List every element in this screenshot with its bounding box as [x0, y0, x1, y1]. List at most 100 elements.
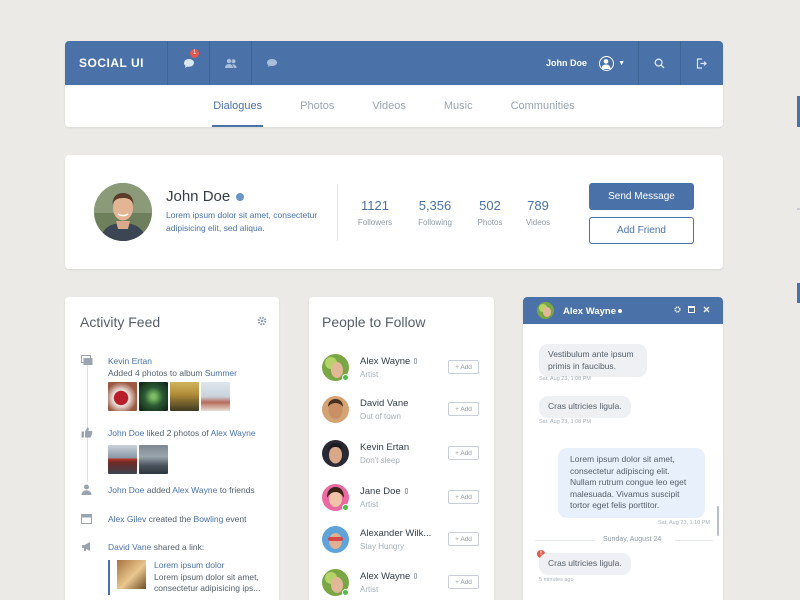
chat-contact-name: Alex Wayne — [563, 306, 616, 317]
add-button[interactable]: + Add — [448, 490, 479, 504]
gear-icon[interactable] — [257, 316, 267, 326]
top-navigation: SOCIAL UI 1 John Doe ▼ Dialogues Photos … — [65, 41, 723, 127]
add-button[interactable]: + Add — [448, 446, 479, 460]
add-button[interactable]: + Add — [448, 360, 479, 374]
logout-icon — [696, 57, 707, 69]
gear-icon[interactable] — [674, 306, 681, 313]
scrollbar[interactable] — [717, 506, 719, 536]
stat-following[interactable]: 5,356 Following — [411, 198, 459, 227]
nav-chats-button[interactable] — [251, 41, 293, 85]
photo-thumbnail[interactable] — [139, 382, 168, 411]
stat-label: Following — [418, 218, 452, 227]
nav-messages-button[interactable]: 1 — [167, 41, 209, 85]
person-status: Stay Hungry — [360, 542, 405, 551]
user-menu[interactable]: John Doe ▼ — [546, 41, 625, 85]
logout-button[interactable] — [680, 41, 722, 85]
outgoing-message: Lorem ipsum dolor sit amet, consectetur … — [558, 448, 705, 518]
photo-thumbnail[interactable] — [201, 382, 230, 411]
activity-item: John Doe liked 2 photos of Alex Wayne — [108, 428, 256, 438]
link-title[interactable]: Lorem ipsum dolor — [154, 560, 264, 572]
photo-thumbnail[interactable] — [170, 382, 199, 411]
online-indicator — [342, 504, 349, 511]
profile-name: John Doe — [166, 188, 245, 205]
activity-item: John Doe added Alex Wayne to friends — [108, 485, 255, 495]
activity-item: Alex Gilev created the Bowling event — [108, 514, 247, 524]
message-timestamp: Sat, Aug 23, 1:10 PM — [658, 520, 710, 526]
stat-value: 5,356 — [418, 198, 452, 213]
person-status: Artist — [360, 500, 379, 509]
maximize-icon[interactable] — [688, 306, 695, 313]
stat-value: 789 — [527, 198, 549, 213]
photo-thumbnail[interactable] — [139, 445, 168, 474]
tab-photos[interactable]: Photos — [300, 85, 334, 127]
activity-user-link[interactable]: Alex Gilev — [108, 514, 146, 524]
list-item[interactable]: Alexander Wilk... Stay Hungry + Add — [322, 526, 482, 556]
activity-user-link[interactable]: John Doe — [108, 428, 144, 438]
list-item[interactable]: Alex Wayne Artist + Add — [322, 354, 482, 384]
stat-videos[interactable]: 789 Videos — [517, 198, 559, 227]
stat-label: Followers — [357, 218, 393, 227]
close-icon[interactable] — [703, 306, 710, 313]
chat-header: Alex Wayne — [523, 297, 723, 324]
chat-bubble-icon — [183, 58, 194, 68]
add-button[interactable]: + Add — [448, 402, 479, 416]
event-link[interactable]: Bowling — [194, 514, 224, 524]
stat-photos[interactable]: 502 Photos — [469, 198, 511, 227]
stat-label: Videos — [525, 218, 551, 227]
person-name: Kevin Ertan — [360, 442, 410, 453]
photo-thumbnails — [108, 382, 230, 411]
day-separator: Sunday, August 24 — [535, 535, 713, 545]
tab-videos[interactable]: Videos — [372, 85, 405, 127]
photo-thumbnail[interactable] — [108, 445, 137, 474]
activity-user-link[interactable]: Kevin Ertan — [108, 356, 152, 366]
incoming-message: Vestibulum ante ipsum primis in faucibus… — [539, 344, 647, 377]
calendar-icon — [81, 514, 92, 524]
divider — [675, 540, 713, 541]
incoming-message: Cras ultricies ligula. — [539, 553, 631, 575]
person-name: Alexander Wilk... — [360, 528, 432, 539]
card-title: Activity Feed — [80, 314, 161, 330]
person-status: Don't sleep — [360, 456, 400, 465]
user-avatar-icon — [599, 55, 615, 71]
person-name: Jane Doe — [360, 486, 408, 497]
search-button[interactable] — [638, 41, 680, 85]
stat-followers[interactable]: 1121 Followers — [351, 198, 399, 227]
list-item[interactable]: Alex Wayne Artist + Add — [322, 569, 482, 599]
add-friend-button[interactable]: Add Friend — [589, 217, 694, 244]
link-thumbnail — [117, 560, 146, 589]
chat-avatar — [537, 302, 554, 319]
album-link[interactable]: Summer — [205, 368, 237, 378]
list-item[interactable]: Kevin Ertan Don't sleep + Add — [322, 440, 482, 470]
activity-user-link[interactable]: David Vane — [108, 542, 151, 552]
online-indicator — [342, 589, 349, 596]
add-button[interactable]: + Add — [448, 575, 479, 589]
nav-friends-button[interactable] — [209, 41, 251, 85]
megaphone-icon — [82, 542, 90, 551]
activity-target-link[interactable]: Alex Wayne — [211, 428, 256, 438]
activity-target-link[interactable]: Alex Wayne — [172, 485, 217, 495]
shared-link-preview[interactable]: Lorem ipsum dolor Lorem ipsum dolor sit … — [108, 560, 264, 595]
message-timestamp: Sat, Aug 23, 1:08 PM — [539, 376, 591, 382]
brand-logo[interactable]: SOCIAL UI — [65, 56, 167, 70]
profile-bio: Lorem ipsum dolor sit amet, consectetur … — [166, 210, 318, 233]
send-message-button[interactable]: Send Message — [589, 183, 694, 210]
activity-user-link[interactable]: John Doe — [108, 485, 144, 495]
person-status: Artist — [360, 370, 379, 379]
profile-avatar[interactable] — [94, 183, 152, 241]
message-timestamp: Sat, Aug 23, 1:08 PM — [539, 419, 591, 425]
person-name: David Vane — [360, 398, 409, 409]
online-indicator — [342, 374, 349, 381]
person-avatar — [322, 526, 349, 553]
list-item[interactable]: David Vane Out of town + Add — [322, 396, 482, 426]
photo-thumbnail[interactable] — [108, 382, 137, 411]
photo-album-icon — [81, 355, 93, 365]
add-button[interactable]: + Add — [448, 532, 479, 546]
tab-music[interactable]: Music — [444, 85, 473, 127]
tab-communities[interactable]: Communities — [511, 85, 575, 127]
person-status: Artist — [360, 585, 379, 594]
section-tabs: Dialogues Photos Videos Music Communitie… — [65, 85, 723, 127]
tab-dialogues[interactable]: Dialogues — [212, 85, 264, 127]
speech-bubbles-icon — [267, 58, 277, 67]
message-timestamp: 5 minutes ago — [539, 577, 574, 583]
list-item[interactable]: Jane Doe Artist + Add — [322, 484, 482, 514]
